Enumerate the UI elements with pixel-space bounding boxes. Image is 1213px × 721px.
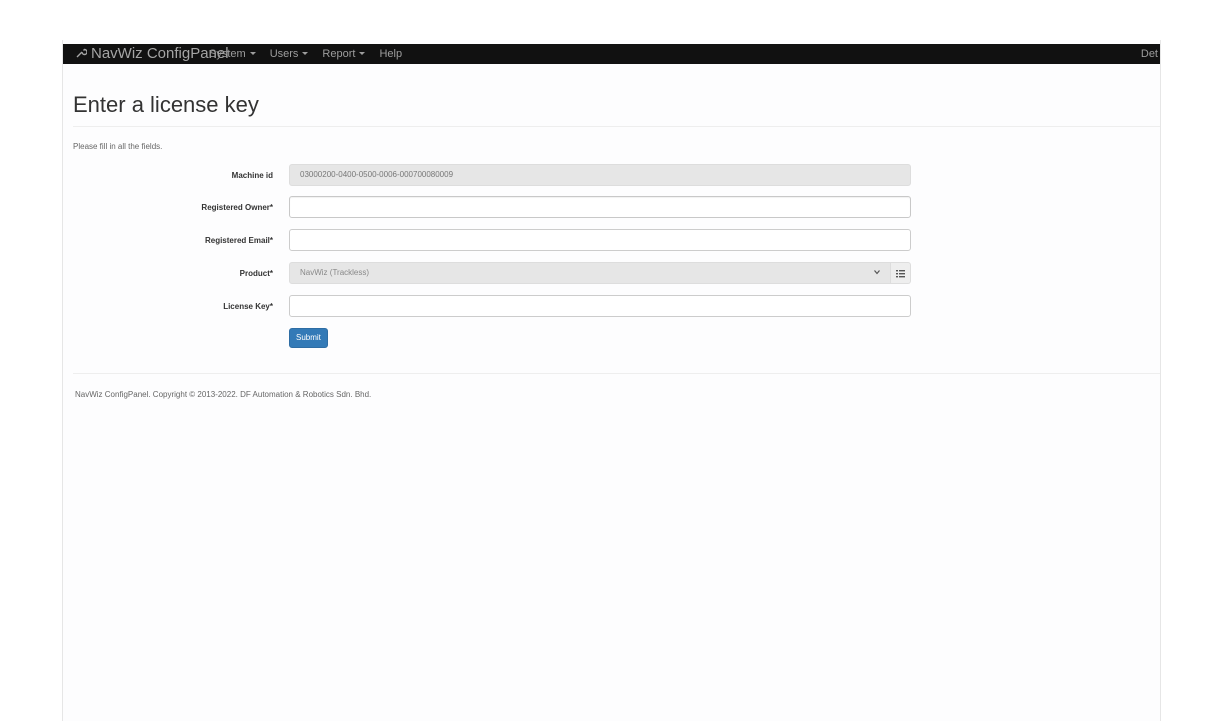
product-label: Product*	[239, 269, 273, 278]
nav-help-label: Help	[379, 48, 403, 60]
product-select[interactable]: NavWiz (Trackless)	[289, 262, 891, 284]
product-list-button[interactable]	[891, 262, 911, 284]
submit-button[interactable]: Submit	[289, 328, 328, 348]
nav-report-label: Report	[322, 48, 356, 60]
registered-owner-input[interactable]	[289, 196, 911, 218]
browser-viewport: NavWiz ConfigPanel System Users Report H…	[62, 40, 1161, 721]
license-key-label: License Key*	[223, 302, 273, 311]
machine-id-label: Machine id	[231, 171, 273, 180]
brand-label: NavWiz ConfigPanel	[91, 45, 229, 62]
chevron-down-icon	[874, 270, 880, 275]
form-instructions: Please fill in all the fields.	[73, 142, 163, 151]
footer-divider	[73, 373, 1160, 374]
caret-down-icon	[302, 52, 309, 55]
navbar-brand[interactable]: NavWiz ConfigPanel	[75, 46, 229, 62]
nav-users[interactable]: Users	[270, 48, 309, 60]
license-key-row: License Key*	[63, 295, 1160, 319]
product-selected-value: NavWiz (Trackless)	[300, 268, 370, 277]
caret-down-icon	[249, 52, 256, 55]
registered-owner-label: Registered Owner*	[201, 203, 273, 212]
page-title: Enter a license key	[73, 92, 259, 117]
nav-report[interactable]: Report	[322, 48, 366, 60]
wrench-icon	[76, 48, 87, 58]
registered-email-label: Registered Email*	[204, 236, 273, 245]
nav-users-label: Users	[269, 48, 299, 60]
footer-copyright: NavWiz ConfigPanel. Copyright © 2013-202…	[75, 390, 372, 399]
machine-id-field: 03000200-0400-0500-0006-000700080009	[289, 164, 911, 186]
nav-help[interactable]: Help	[379, 48, 402, 60]
registered-email-input[interactable]	[289, 229, 911, 251]
product-row: Product* NavWiz (Trackless)	[63, 262, 1160, 286]
machine-id-row: Machine id 03000200-0400-0500-0006-00070…	[63, 164, 1160, 188]
nav-menu: System Users Report Help	[209, 48, 402, 60]
title-divider	[73, 126, 1160, 127]
registered-email-row: Registered Email*	[63, 229, 1160, 253]
license-key-input[interactable]	[289, 295, 911, 317]
caret-down-icon	[359, 52, 366, 55]
nav-right-item[interactable]: Det	[1141, 48, 1158, 60]
top-navbar: NavWiz ConfigPanel System Users Report H…	[63, 44, 1160, 64]
list-icon	[896, 270, 905, 278]
registered-owner-row: Registered Owner*	[63, 196, 1160, 220]
nav-system-label: System	[209, 48, 246, 60]
nav-system[interactable]: System	[209, 48, 256, 60]
